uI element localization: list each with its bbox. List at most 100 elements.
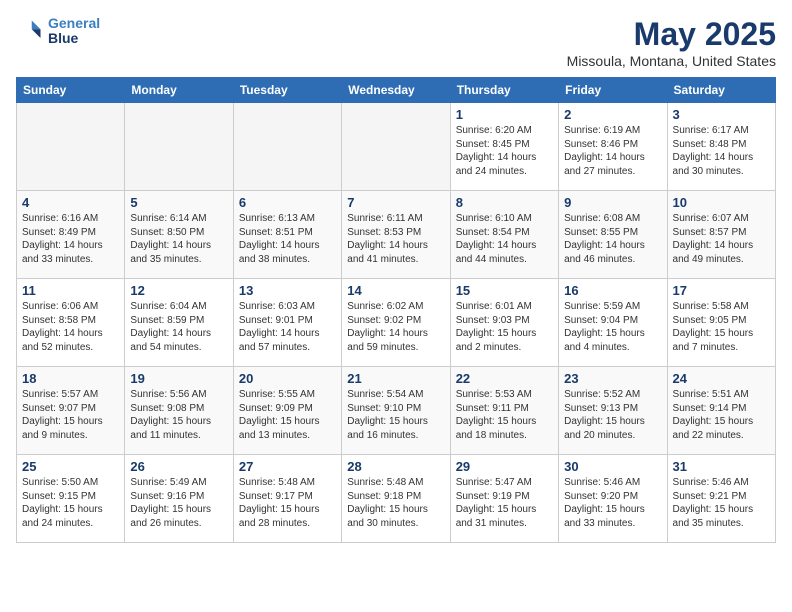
calendar-cell: 23 Sunrise: 5:52 AM Sunset: 9:13 PM Dayli… [559, 367, 667, 455]
day-number: 26 [130, 459, 227, 474]
page-header: General Blue May 2025 Missoula, Montana,… [16, 16, 776, 69]
calendar-cell: 30Sunrise: 5:46 AM Sunset: 9:20 PM Dayli… [559, 455, 667, 543]
calendar-cell [342, 103, 450, 191]
day-number: 10 [673, 195, 770, 210]
calendar-week-2: 4 Sunrise: 6:16 AM Sunset: 8:49 PM Daylig… [17, 191, 776, 279]
day-info: Sunrise: 5:48 AM Sunset: 9:18 PM Dayligh… [347, 476, 444, 530]
calendar-cell: 17Sunrise: 5:58 AM Sunset: 9:05 PM Dayli… [667, 279, 775, 367]
calendar-cell [125, 103, 233, 191]
calendar-cell: 5 Sunrise: 6:14 AM Sunset: 8:50 PM Daylig… [125, 191, 233, 279]
day-number: 25 [22, 459, 119, 474]
day-info: Sunrise: 5:59 AM Sunset: 9:04 PM Dayligh… [564, 300, 661, 354]
day-number: 29 [456, 459, 553, 474]
day-number: 21 [347, 371, 444, 386]
calendar-cell: 3 Sunrise: 6:17 AM Sunset: 8:48 PM Daylig… [667, 103, 775, 191]
day-number: 28 [347, 459, 444, 474]
day-info: Sunrise: 6:11 AM Sunset: 8:53 PM Dayligh… [347, 212, 444, 266]
day-number: 18 [22, 371, 119, 386]
day-number: 8 [456, 195, 553, 210]
day-info: Sunrise: 6:01 AM Sunset: 9:03 PM Dayligh… [456, 300, 553, 354]
day-number: 30 [564, 459, 661, 474]
weekday-header-row: SundayMondayTuesdayWednesdayThursdayFrid… [17, 78, 776, 103]
day-info: Sunrise: 5:57 AM Sunset: 9:07 PM Dayligh… [22, 388, 119, 442]
day-info: Sunrise: 5:55 AM Sunset: 9:09 PM Dayligh… [239, 388, 336, 442]
day-info: Sunrise: 5:48 AM Sunset: 9:17 PM Dayligh… [239, 476, 336, 530]
calendar-cell: 21 Sunrise: 5:54 AM Sunset: 9:10 PM Dayli… [342, 367, 450, 455]
day-number: 9 [564, 195, 661, 210]
day-info: Sunrise: 5:46 AM Sunset: 9:21 PM Dayligh… [673, 476, 770, 530]
day-info: Sunrise: 5:52 AM Sunset: 9:13 PM Dayligh… [564, 388, 661, 442]
day-number: 27 [239, 459, 336, 474]
calendar-cell: 11 Sunrise: 6:06 AM Sunset: 8:58 PM Dayli… [17, 279, 125, 367]
day-info: Sunrise: 6:14 AM Sunset: 8:50 PM Dayligh… [130, 212, 227, 266]
day-number: 17 [673, 283, 770, 298]
calendar-cell: 24 Sunrise: 5:51 AM Sunset: 9:14 PM Dayli… [667, 367, 775, 455]
day-number: 16 [564, 283, 661, 298]
day-number: 23 [564, 371, 661, 386]
calendar-cell [17, 103, 125, 191]
calendar-cell: 28 Sunrise: 5:48 AM Sunset: 9:18 PM Dayli… [342, 455, 450, 543]
calendar-cell: 1Sunrise: 6:20 AM Sunset: 8:45 PM Daylig… [450, 103, 558, 191]
day-info: Sunrise: 6:19 AM Sunset: 8:46 PM Dayligh… [564, 124, 661, 178]
calendar-cell: 31 Sunrise: 5:46 AM Sunset: 9:21 PM Dayli… [667, 455, 775, 543]
day-info: Sunrise: 6:16 AM Sunset: 8:49 PM Dayligh… [22, 212, 119, 266]
calendar-cell: 12 Sunrise: 6:04 AM Sunset: 8:59 PM Dayli… [125, 279, 233, 367]
calendar-week-1: 1Sunrise: 6:20 AM Sunset: 8:45 PM Daylig… [17, 103, 776, 191]
day-number: 4 [22, 195, 119, 210]
day-info: Sunrise: 5:54 AM Sunset: 9:10 PM Dayligh… [347, 388, 444, 442]
weekday-header-friday: Friday [559, 78, 667, 103]
calendar-cell [233, 103, 341, 191]
day-number: 24 [673, 371, 770, 386]
day-number: 13 [239, 283, 336, 298]
day-number: 31 [673, 459, 770, 474]
day-info: Sunrise: 6:06 AM Sunset: 8:58 PM Dayligh… [22, 300, 119, 354]
day-number: 6 [239, 195, 336, 210]
day-number: 14 [347, 283, 444, 298]
calendar-cell: 13Sunrise: 6:03 AM Sunset: 9:01 PM Dayli… [233, 279, 341, 367]
day-info: Sunrise: 6:08 AM Sunset: 8:55 PM Dayligh… [564, 212, 661, 266]
calendar-cell: 14 Sunrise: 6:02 AM Sunset: 9:02 PM Dayli… [342, 279, 450, 367]
weekday-header-tuesday: Tuesday [233, 78, 341, 103]
day-number: 12 [130, 283, 227, 298]
calendar-cell: 25 Sunrise: 5:50 AM Sunset: 9:15 PM Dayli… [17, 455, 125, 543]
day-info: Sunrise: 6:10 AM Sunset: 8:54 PM Dayligh… [456, 212, 553, 266]
day-info: Sunrise: 5:53 AM Sunset: 9:11 PM Dayligh… [456, 388, 553, 442]
calendar-cell: 19 Sunrise: 5:56 AM Sunset: 9:08 PM Dayli… [125, 367, 233, 455]
weekday-header-monday: Monday [125, 78, 233, 103]
day-number: 19 [130, 371, 227, 386]
logo: General Blue [16, 16, 100, 47]
calendar-cell: 7 Sunrise: 6:11 AM Sunset: 8:53 PM Daylig… [342, 191, 450, 279]
calendar-cell: 16 Sunrise: 5:59 AM Sunset: 9:04 PM Dayli… [559, 279, 667, 367]
day-number: 7 [347, 195, 444, 210]
title-block: May 2025 Missoula, Montana, United State… [567, 16, 776, 69]
day-number: 20 [239, 371, 336, 386]
day-info: Sunrise: 5:51 AM Sunset: 9:14 PM Dayligh… [673, 388, 770, 442]
logo-icon [16, 17, 44, 45]
day-info: Sunrise: 6:02 AM Sunset: 9:02 PM Dayligh… [347, 300, 444, 354]
weekday-header-sunday: Sunday [17, 78, 125, 103]
calendar-cell: 6Sunrise: 6:13 AM Sunset: 8:51 PM Daylig… [233, 191, 341, 279]
calendar-week-4: 18 Sunrise: 5:57 AM Sunset: 9:07 PM Dayli… [17, 367, 776, 455]
day-info: Sunrise: 6:17 AM Sunset: 8:48 PM Dayligh… [673, 124, 770, 178]
calendar-cell: 22Sunrise: 5:53 AM Sunset: 9:11 PM Dayli… [450, 367, 558, 455]
day-info: Sunrise: 5:49 AM Sunset: 9:16 PM Dayligh… [130, 476, 227, 530]
calendar-cell: 20 Sunrise: 5:55 AM Sunset: 9:09 PM Dayli… [233, 367, 341, 455]
calendar-week-3: 11 Sunrise: 6:06 AM Sunset: 8:58 PM Dayli… [17, 279, 776, 367]
day-number: 11 [22, 283, 119, 298]
calendar-cell: 27 Sunrise: 5:48 AM Sunset: 9:17 PM Dayli… [233, 455, 341, 543]
day-info: Sunrise: 5:56 AM Sunset: 9:08 PM Dayligh… [130, 388, 227, 442]
weekday-header-thursday: Thursday [450, 78, 558, 103]
day-number: 15 [456, 283, 553, 298]
calendar-cell: 8 Sunrise: 6:10 AM Sunset: 8:54 PM Daylig… [450, 191, 558, 279]
day-info: Sunrise: 5:50 AM Sunset: 9:15 PM Dayligh… [22, 476, 119, 530]
day-info: Sunrise: 6:07 AM Sunset: 8:57 PM Dayligh… [673, 212, 770, 266]
logo-text: General Blue [48, 16, 100, 47]
day-number: 5 [130, 195, 227, 210]
day-info: Sunrise: 6:20 AM Sunset: 8:45 PM Dayligh… [456, 124, 553, 178]
weekday-header-wednesday: Wednesday [342, 78, 450, 103]
day-info: Sunrise: 5:47 AM Sunset: 9:19 PM Dayligh… [456, 476, 553, 530]
day-info: Sunrise: 6:04 AM Sunset: 8:59 PM Dayligh… [130, 300, 227, 354]
calendar-cell: 15 Sunrise: 6:01 AM Sunset: 9:03 PM Dayli… [450, 279, 558, 367]
calendar-week-5: 25 Sunrise: 5:50 AM Sunset: 9:15 PM Dayli… [17, 455, 776, 543]
day-number: 3 [673, 107, 770, 122]
